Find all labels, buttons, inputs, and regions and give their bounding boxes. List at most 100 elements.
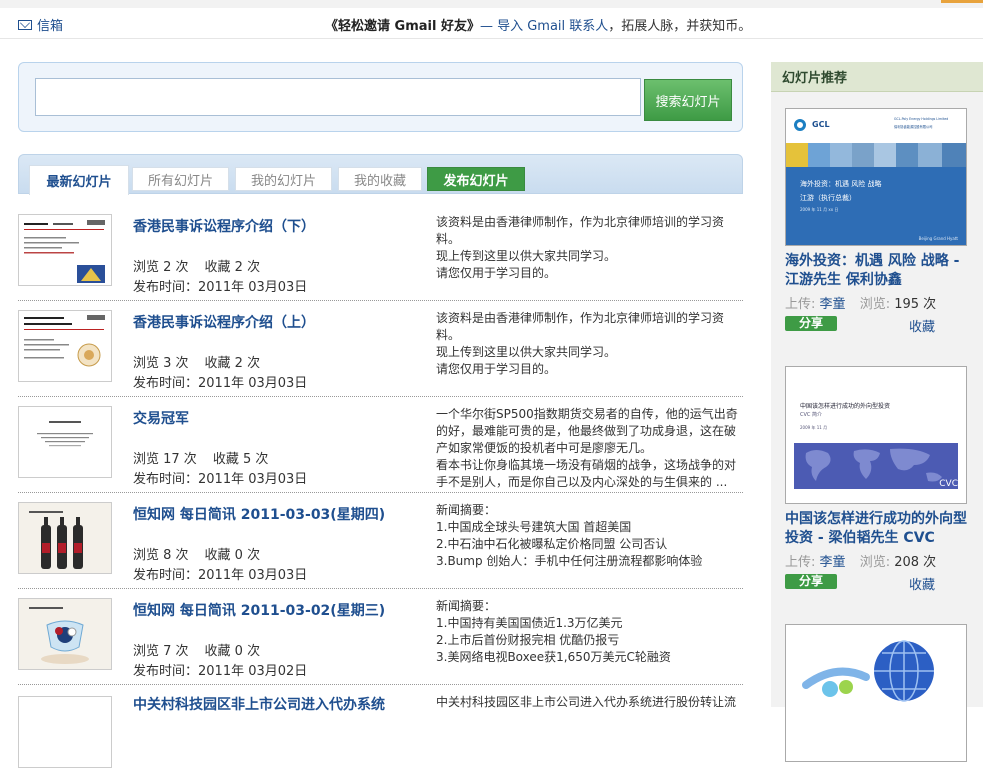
recommended-thumbnail[interactable] bbox=[785, 624, 967, 762]
thumb-sub-text: 江游（执行总裁） bbox=[800, 194, 856, 202]
slide-stats: 浏览 3 次收藏 2 次 bbox=[133, 352, 276, 371]
slide-stats: 浏览 2 次收藏 2 次 bbox=[133, 256, 276, 275]
favorite-count: 收藏 0 次 bbox=[204, 548, 261, 563]
slide-thumb-graphic bbox=[24, 315, 105, 367]
recommended-thumbnail[interactable]: 中国该怎样进行成功的外向型投资 CVC 简介 2009 年 11 月 CVC bbox=[785, 366, 967, 504]
description-line: 现上传到这里以供大家共同学习。 bbox=[436, 249, 617, 263]
uploader-link[interactable]: 李童 bbox=[820, 297, 846, 312]
search-input[interactable] bbox=[35, 78, 641, 116]
view-count: 浏览 7 次 bbox=[133, 644, 189, 659]
slide-description: 中关村科技园区非上市公司进入代办系统进行股份转让流 bbox=[436, 694, 741, 711]
slide-title-link[interactable]: 香港民事诉讼程序介绍（下） bbox=[133, 216, 315, 236]
description-line: 该资料是由香港律师制作，作为北京律师培训的学习资料。 bbox=[436, 311, 725, 342]
description-line: 3.美网络电视Boxee获1,650万美元C轮融资 bbox=[436, 650, 671, 664]
recommended-title-link[interactable]: 海外投资：机遇 风险 战略 - 江游先生 保利协鑫 bbox=[785, 252, 970, 290]
tab-latest-slides[interactable]: 最新幻灯片 bbox=[29, 165, 129, 195]
favorite-count: 收藏 5 次 bbox=[212, 452, 269, 467]
thumb-blue-body: 海外投资：机遇 风险 战略 江游（执行总裁） 2009 年 11 月 xx 日 … bbox=[786, 167, 966, 245]
list-item: 恒知网 每日简讯 2011-03-03(星期四) 浏览 8 次收藏 0 次 发布… bbox=[18, 492, 743, 589]
search-slides-button[interactable]: 搜索幻灯片 bbox=[644, 79, 732, 121]
slide-stats: 浏览 8 次收藏 0 次 bbox=[133, 544, 276, 563]
invite-import-link[interactable]: — 导入 Gmail 联系人 bbox=[480, 19, 608, 34]
thumb-world-map bbox=[794, 443, 958, 489]
mailbox-link[interactable]: 信箱 bbox=[18, 15, 63, 34]
favorite-link[interactable]: 收藏 bbox=[909, 316, 935, 335]
tab-my-slides[interactable]: 我的幻灯片 bbox=[235, 167, 332, 191]
view-count: 浏览 3 次 bbox=[133, 356, 189, 371]
publish-date: 发布时间：2011年 03月03日 bbox=[133, 472, 308, 487]
slide-title-link[interactable]: 交易冠军 bbox=[133, 408, 189, 428]
slide-description: 该资料是由香港律师制作，作为北京律师培训的学习资料。 现上传到这里以供大家共同学… bbox=[436, 310, 741, 378]
tab-all-slides[interactable]: 所有幻灯片 bbox=[132, 167, 229, 191]
description-line: 新闻摘要： bbox=[436, 599, 497, 613]
list-item: 交易冠军 浏览 17 次收藏 5 次 发布时间：2011年 03月03日 一个华… bbox=[18, 396, 743, 493]
slide-title-link[interactable]: 中关村科技园区非上市公司进入代办系统 bbox=[133, 694, 385, 714]
slide-thumbnail[interactable] bbox=[18, 502, 112, 574]
uploader-label: 上传: bbox=[785, 555, 816, 570]
share-button[interactable]: 分享 bbox=[785, 316, 838, 331]
top-gray-band bbox=[0, 0, 983, 8]
slide-thumb-graphic bbox=[29, 511, 83, 569]
publish-slides-button[interactable]: 发布幻灯片 bbox=[427, 167, 525, 191]
description-line: 2.中石油中石化被曝私定价格同盟 公司否认 bbox=[436, 537, 668, 551]
slide-thumb-graphic bbox=[29, 607, 89, 664]
slide-thumb-graphic bbox=[24, 220, 105, 283]
top-bar: 信箱 《轻松邀请 Gmail 好友》— 导入 Gmail 联系人，拓展人脉，并获… bbox=[0, 0, 983, 39]
recommended-actions: 分享 收藏 bbox=[785, 570, 975, 593]
slide-title-link[interactable]: 恒知网 每日简讯 2011-03-02(星期三) bbox=[133, 600, 385, 620]
views-label: 浏览: bbox=[859, 297, 891, 312]
slide-title-link[interactable]: 香港民事诉讼程序介绍（上） bbox=[133, 312, 315, 332]
list-item: 恒知网 每日简讯 2011-03-02(星期三) 浏览 7 次收藏 0 次 发布… bbox=[18, 588, 743, 685]
thumb-heading-text: 海外投资：机遇 风险 战略 bbox=[800, 180, 882, 188]
slide-thumbnail[interactable] bbox=[18, 310, 112, 382]
list-item: 中关村科技园区非上市公司进入代办系统 中关村科技园区非上市公司进入代办系统进行股… bbox=[18, 684, 743, 780]
slides-tabs: 最新幻灯片 所有幻灯片 我的幻灯片 我的收藏 发布幻灯片 bbox=[18, 154, 743, 195]
slide-thumbnail[interactable] bbox=[18, 598, 112, 670]
thumb-sub-text: CVC 简介 bbox=[800, 412, 822, 418]
thumb-footer-text: Beijing Grand Hyatt bbox=[918, 236, 958, 241]
recommended-meta: 上传: 李童 浏览: 195 次 bbox=[785, 293, 975, 312]
thumb-photo-strip bbox=[786, 143, 966, 167]
thumb-date-text: 2009 年 11 月 xx 日 bbox=[800, 207, 839, 212]
list-item: 香港民事诉讼程序介绍（上） 浏览 3 次收藏 2 次 发布时间：2011年 03… bbox=[18, 300, 743, 397]
slide-description: 一个华尔街SP500指数期货交易者的自传，他的运气出奇的好，最难能可贵的是，他最… bbox=[436, 406, 741, 491]
description-line: 新闻摘要： bbox=[436, 503, 497, 517]
description-line: 该资料是由香港律师制作，作为北京律师培训的学习资料。 bbox=[436, 215, 725, 246]
recommended-item: GCL GCL-Poly Energy Holdings Limited 保利协… bbox=[785, 108, 975, 335]
description-line: 1.中国持有美国国债近1.3万亿美元 bbox=[436, 616, 623, 630]
description-line: 2.上市后首份财报完相 优酷仍报亏 bbox=[436, 633, 620, 647]
share-button[interactable]: 分享 bbox=[785, 574, 838, 589]
recommended-actions: 分享 收藏 bbox=[785, 312, 975, 335]
invite-suffix: ，拓展人脉，并获知币。 bbox=[608, 19, 752, 34]
thumb-heading-text: 中国该怎样进行成功的外向型投资 bbox=[800, 403, 891, 410]
thumb-logo-text: CVC bbox=[939, 479, 958, 489]
slide-stats: 浏览 17 次收藏 5 次 bbox=[133, 448, 284, 467]
description-line: 1.中国成全球头号建筑大国 首超美国 bbox=[436, 520, 632, 534]
tab-my-favorites[interactable]: 我的收藏 bbox=[338, 167, 422, 191]
slide-stats: 浏览 7 次收藏 0 次 bbox=[133, 640, 276, 659]
uploader-label: 上传: bbox=[785, 297, 816, 312]
view-count: 浏览 8 次 bbox=[133, 548, 189, 563]
slide-thumbnail[interactable] bbox=[18, 406, 112, 478]
thumb-logo-text: GCL bbox=[812, 120, 830, 129]
thumb-globe-graphic bbox=[802, 640, 934, 702]
thumb-company-cn-text: 保利协鑫能源控股有限公司 bbox=[894, 125, 933, 129]
list-item: 香港民事诉讼程序介绍（下） 浏览 2 次收藏 2 次 发布时间：2011年 03… bbox=[18, 204, 743, 301]
slide-title-link[interactable]: 恒知网 每日简讯 2011-03-03(星期四) bbox=[133, 504, 385, 524]
favorite-link[interactable]: 收藏 bbox=[909, 574, 935, 593]
description-line: 一个华尔街SP500指数期货交易者的自传，他的运气出奇的好，最难能可贵的是，他最… bbox=[436, 407, 738, 455]
search-panel: 搜索幻灯片 bbox=[18, 62, 743, 132]
view-count: 浏览 2 次 bbox=[133, 260, 189, 275]
views-count: 195 次 bbox=[894, 297, 937, 312]
recommended-title-link[interactable]: 中国该怎样进行成功的外向型投资 - 梁伯韬先生 CVC bbox=[785, 510, 970, 548]
description-line: 3.Bump 创始人：手机中任何注册流程都影响体验 bbox=[436, 554, 703, 568]
publish-date: 发布时间：2011年 03月03日 bbox=[133, 280, 308, 295]
favorite-count: 收藏 2 次 bbox=[204, 260, 261, 275]
publish-date: 发布时间：2011年 03月03日 bbox=[133, 568, 308, 583]
slide-description: 该资料是由香港律师制作，作为北京律师培训的学习资料。 现上传到这里以供大家共同学… bbox=[436, 214, 741, 282]
description-line: 看本书让你身临其境一场没有硝烟的战争，这场战争的对手不是别人，而是你自己以及内心… bbox=[436, 458, 737, 489]
recommended-thumbnail[interactable]: GCL GCL-Poly Energy Holdings Limited 保利协… bbox=[785, 108, 967, 246]
slide-thumbnail[interactable] bbox=[18, 214, 112, 286]
views-count: 208 次 bbox=[894, 555, 937, 570]
uploader-link[interactable]: 李童 bbox=[820, 555, 846, 570]
